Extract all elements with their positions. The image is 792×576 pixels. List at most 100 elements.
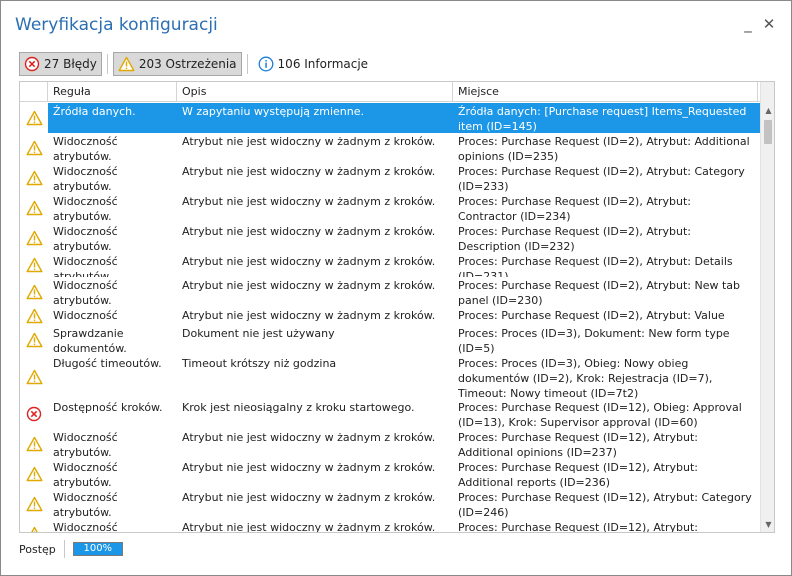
place-cell: Proces: Purchase Request (ID=2), Atrybut… bbox=[458, 195, 691, 223]
rule-cell: Widoczność atrybutów. bbox=[53, 491, 118, 519]
rule-cell: Widoczność atrybutów. bbox=[53, 279, 118, 307]
table-row[interactable]: Widoczność atrybutów. Atrybut nie jest wi… bbox=[20, 163, 760, 193]
rule-cell: Widoczność atrybutów. bbox=[53, 135, 118, 163]
rule-cell: Widoczność atrybutów. bbox=[53, 461, 118, 489]
column-header-place[interactable]: Miejsce bbox=[453, 82, 758, 101]
rule-cell: Widoczność atrybutów. bbox=[53, 309, 118, 325]
place-cell: Proces: Purchase Request (ID=12), Atrybu… bbox=[458, 431, 698, 459]
rule-cell: Sprawdzanie dokumentów. bbox=[53, 327, 127, 355]
place-cell: Proces: Purchase Request (ID=12), Atrybu… bbox=[458, 461, 698, 489]
progress-value: 100% bbox=[83, 543, 113, 554]
rule-cell: Widoczność atrybutów. bbox=[53, 195, 118, 223]
scroll-down-icon[interactable]: ▼ bbox=[761, 517, 774, 532]
table-row[interactable]: Widoczność atrybutów. Atrybut nie jest wi… bbox=[20, 459, 760, 489]
table-row[interactable]: Dostępność kroków. Krok jest nieosiągalny… bbox=[20, 399, 760, 429]
table-row[interactable]: Źródła danych. W zapytaniu występują zmie… bbox=[20, 103, 760, 133]
rule-cell: Widoczność atrybutów. bbox=[53, 255, 118, 277]
table-row[interactable]: Widoczność atrybutów. Atrybut nie jest wi… bbox=[20, 429, 760, 459]
warning-icon bbox=[20, 489, 48, 519]
table-row[interactable]: Widoczność atrybutów. Atrybut nie jest wi… bbox=[20, 277, 760, 307]
table-row[interactable]: Widoczność atrybutów. Atrybut nie jest wi… bbox=[20, 223, 760, 253]
description-cell: Atrybut nie jest widoczny w żadnym z kro… bbox=[182, 255, 436, 268]
toolbar-divider bbox=[106, 54, 108, 74]
place-cell: Proces: Purchase Request (ID=12), Atrybu… bbox=[458, 521, 698, 533]
table-row[interactable]: Widoczność atrybutów. Atrybut nie jest wi… bbox=[20, 133, 760, 163]
description-cell: Atrybut nie jest widoczny w żadnym z kro… bbox=[182, 135, 436, 148]
warning-icon bbox=[20, 429, 48, 459]
description-cell: Atrybut nie jest widoczny w żadnym z kro… bbox=[182, 461, 436, 474]
vertical-scrollbar[interactable]: ▲ ▼ bbox=[760, 82, 774, 532]
warning-icon bbox=[118, 56, 135, 72]
error-icon bbox=[24, 56, 40, 72]
table-row[interactable]: Widoczność atrybutów. Atrybut nie jest wi… bbox=[20, 489, 760, 519]
table-row[interactable]: Widoczność atrybutów. Atrybut nie jest wi… bbox=[20, 519, 760, 533]
table-row[interactable]: Długość timeoutów. Timeout krótszy niż go… bbox=[20, 355, 760, 399]
description-cell: Atrybut nie jest widoczny w żadnym z kro… bbox=[182, 279, 436, 292]
warning-icon bbox=[20, 163, 48, 193]
rule-cell: Długość timeoutów. bbox=[53, 357, 162, 370]
window-title: Weryfikacja konfiguracji bbox=[15, 15, 218, 35]
place-cell: Proces: Proces (ID=3), Obieg: Nowy obieg… bbox=[458, 357, 713, 399]
table-row[interactable]: Widoczność atrybutów. Atrybut nie jest wi… bbox=[20, 253, 760, 277]
warning-icon bbox=[20, 459, 48, 489]
description-cell: Atrybut nie jest widoczny w żadnym z kro… bbox=[182, 521, 436, 533]
warning-icon bbox=[20, 133, 48, 163]
errors-filter-button[interactable]: 27 Błędy bbox=[19, 52, 102, 76]
description-cell: Atrybut nie jest widoczny w żadnym z kro… bbox=[182, 165, 436, 178]
rule-cell: Widoczność atrybutów. bbox=[53, 225, 118, 253]
status-bar: Postęp 100% bbox=[19, 538, 123, 560]
scroll-thumb[interactable] bbox=[764, 120, 772, 144]
warning-icon bbox=[20, 277, 48, 307]
minimize-button[interactable]: _ bbox=[739, 15, 757, 33]
place-cell: Proces: Proces (ID=3), Dokument: New for… bbox=[458, 327, 730, 355]
rule-cell: Widoczność atrybutów. bbox=[53, 431, 118, 459]
warnings-filter-label: 203 Ostrzeżenia bbox=[138, 57, 237, 71]
warnings-filter-button[interactable]: 203 Ostrzeżenia bbox=[112, 52, 242, 76]
error-icon bbox=[20, 399, 48, 429]
place-cell: Źródła danych: [Purchase request] Items_… bbox=[458, 105, 747, 133]
table-row[interactable]: Widoczność atrybutów. Atrybut nie jest wi… bbox=[20, 307, 760, 325]
grid-rows: Źródła danych. W zapytaniu występują zmie… bbox=[20, 103, 760, 533]
table-row[interactable]: Sprawdzanie dokumentów. Dokument nie jest… bbox=[20, 325, 760, 355]
description-cell: Atrybut nie jest widoczny w żadnym z kro… bbox=[182, 491, 436, 504]
rule-cell: Widoczność atrybutów. bbox=[53, 521, 118, 533]
column-header-icon[interactable] bbox=[20, 82, 48, 101]
place-cell: Proces: Purchase Request (ID=2), Atrybut… bbox=[458, 135, 750, 163]
description-cell: Atrybut nie jest widoczny w żadnym z kro… bbox=[182, 225, 436, 238]
description-cell: Krok jest nieosiągalny z kroku startoweg… bbox=[182, 401, 415, 414]
description-cell: Dokument nie jest używany bbox=[182, 327, 335, 340]
warning-icon bbox=[20, 193, 48, 223]
scroll-up-icon[interactable]: ▲ bbox=[761, 103, 774, 118]
results-grid: Reguła Opis Miejsce Źródła danych. W zapy… bbox=[19, 81, 775, 533]
table-row[interactable]: Widoczność atrybutów. Atrybut nie jest wi… bbox=[20, 193, 760, 223]
info-icon bbox=[258, 56, 274, 72]
warning-icon bbox=[20, 223, 48, 253]
warning-icon bbox=[20, 103, 48, 133]
progress-label: Postęp bbox=[19, 542, 56, 556]
column-header-rule[interactable]: Reguła bbox=[48, 82, 177, 101]
status-divider bbox=[63, 540, 65, 558]
description-cell: Timeout krótszy niż godzina bbox=[182, 357, 337, 370]
place-cell: Proces: Purchase Request (ID=2), Atrybut… bbox=[458, 225, 691, 253]
place-cell: Proces: Purchase Request (ID=2), Atrybut… bbox=[458, 309, 725, 325]
description-cell: Atrybut nie jest widoczny w żadnym z kro… bbox=[182, 309, 436, 322]
filter-toolbar: 27 Błędy 203 Ostrzeżenia 106 Informacje bbox=[19, 51, 377, 77]
rule-cell: Źródła danych. bbox=[53, 105, 136, 118]
place-cell: Proces: Purchase Request (ID=12), Atrybu… bbox=[458, 491, 752, 519]
config-verification-window: Weryfikacja konfiguracji _ ✕ 27 Błędy 20… bbox=[0, 0, 792, 576]
warning-icon bbox=[20, 355, 48, 399]
rule-cell: Widoczność atrybutów. bbox=[53, 165, 118, 193]
place-cell: Proces: Purchase Request (ID=12), Obieg:… bbox=[458, 401, 742, 429]
description-cell: W zapytaniu występują zmienne. bbox=[182, 105, 365, 118]
grid-header: Reguła Opis Miejsce bbox=[20, 82, 760, 102]
progress-bar: 100% bbox=[72, 542, 123, 556]
info-filter-button[interactable]: 106 Informacje bbox=[253, 52, 374, 76]
warning-icon bbox=[20, 325, 48, 355]
close-button[interactable]: ✕ bbox=[760, 15, 778, 33]
info-filter-label: 106 Informacje bbox=[277, 57, 369, 71]
description-cell: Atrybut nie jest widoczny w żadnym z kro… bbox=[182, 431, 436, 444]
warning-icon bbox=[20, 253, 48, 277]
column-header-description[interactable]: Opis bbox=[177, 82, 453, 101]
warning-icon bbox=[20, 519, 48, 532]
toolbar-divider bbox=[246, 54, 248, 74]
